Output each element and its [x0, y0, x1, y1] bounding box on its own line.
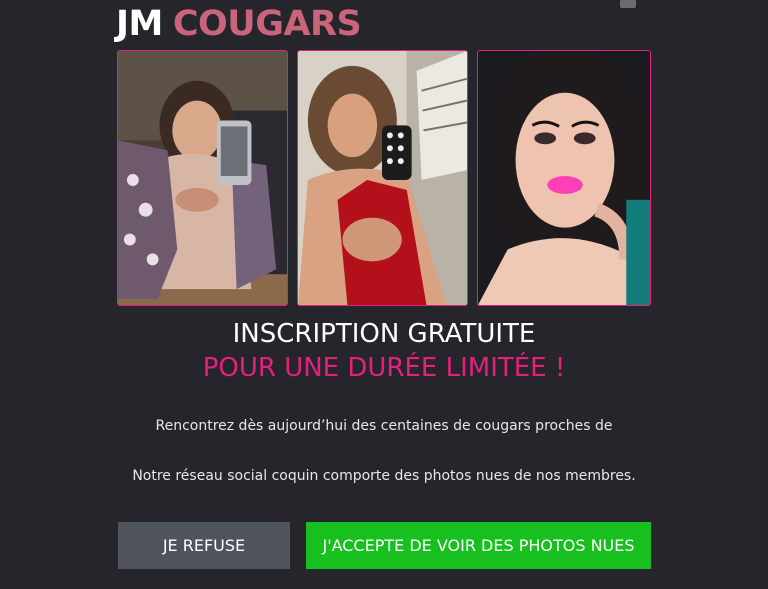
page: JM COUGARS INSCRIPTION GRATUITE POUR UNE… — [0, 0, 768, 589]
user-icon[interactable] — [618, 0, 638, 8]
logo-text-accent: COUGARS — [172, 4, 362, 44]
headline-primary: INSCRIPTION GRATUITE — [232, 319, 536, 349]
profile-photo-2 — [297, 50, 468, 306]
logo-text-primary: JM — [116, 4, 163, 44]
logo: JM COUGARS — [116, 4, 362, 44]
headline-secondary: POUR UNE DURÉE LIMITÉE ! — [202, 353, 566, 383]
photo-gallery — [117, 50, 651, 308]
accept-button[interactable]: J'ACCEPTE DE VOIR DES PHOTOS NUES — [306, 522, 651, 569]
profile-photo-3 — [477, 50, 651, 306]
body-text-disclaimer: Notre réseau social coquin comporte des … — [132, 468, 636, 484]
refuse-button[interactable]: JE REFUSE — [118, 522, 290, 569]
profile-photo-1 — [117, 50, 288, 306]
body-text-intro: Rencontrez dès aujourd’hui des centaines… — [155, 418, 613, 434]
